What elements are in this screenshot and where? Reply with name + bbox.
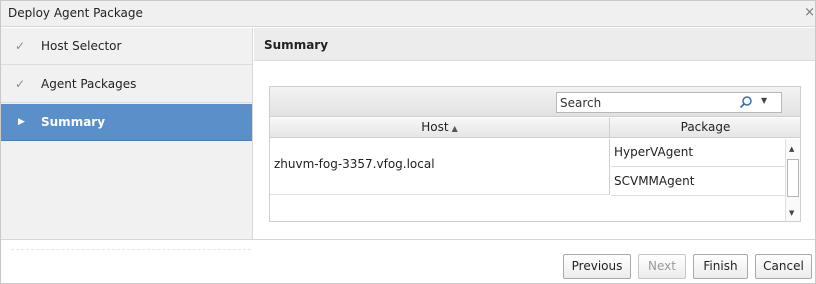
scroll-up-icon[interactable]: ▲: [789, 145, 794, 153]
wizard-steps-sidebar: ✓ Host Selector ✓ Agent Packages ▶ Summa…: [1, 28, 253, 239]
column-header-host[interactable]: Host ▲: [270, 118, 610, 138]
summary-panel: Summary ▼ Host▲ Package: [254, 28, 815, 239]
search-icon: [739, 96, 752, 109]
next-button[interactable]: Next: [638, 254, 686, 279]
column-header-label: Host: [421, 120, 449, 134]
search-box: ▼: [556, 92, 782, 113]
page-title: Summary: [264, 38, 329, 52]
sidebar-item-summary[interactable]: ▶ Summary: [1, 104, 252, 141]
scrollbar-thumb[interactable]: [787, 159, 799, 197]
finish-button[interactable]: Finish: [693, 254, 748, 279]
previous-button[interactable]: Previous: [563, 254, 631, 279]
panel-header: Summary: [254, 28, 815, 61]
column-header-label: Package: [680, 120, 731, 134]
package-name: SCVMMAgent: [614, 174, 695, 188]
check-icon: ✓: [15, 77, 26, 91]
cancel-button[interactable]: Cancel: [755, 254, 812, 279]
search-input[interactable]: [557, 93, 722, 112]
table-header: Host ▲ Package: [270, 118, 800, 138]
check-icon: ✓: [15, 39, 26, 53]
chevron-down-icon: ▼: [761, 96, 768, 105]
search-options-button[interactable]: ▼: [727, 94, 779, 111]
sidebar-item-label: Agent Packages: [41, 77, 137, 91]
sidebar-item-label: Summary: [41, 115, 106, 129]
column-header-package[interactable]: Package: [611, 118, 800, 138]
package-name: HyperVAgent: [614, 145, 694, 159]
sidebar-item-label: Host Selector: [41, 39, 122, 53]
vertical-scrollbar[interactable]: ▲ ▼: [785, 139, 800, 221]
arrow-right-icon: ▶: [18, 117, 25, 127]
deploy-agent-package-dialog: Deploy Agent Package × ✓ Host Selector ✓…: [0, 0, 816, 284]
sort-ascending-icon: ▲: [451, 124, 458, 133]
table-cell-host[interactable]: zhuvm-fog-3357.vfog.local: [270, 139, 610, 195]
table-cell-package[interactable]: HyperVAgent: [611, 139, 785, 167]
divider: [11, 249, 251, 250]
grid-toolbar: ▼: [270, 87, 800, 117]
window-title: Deploy Agent Package: [8, 6, 143, 20]
close-icon[interactable]: ×: [804, 5, 815, 20]
host-name: zhuvm-fog-3357.vfog.local: [274, 157, 435, 171]
dialog-footer: Previous Next Finish Cancel: [1, 239, 815, 283]
title-bar: Deploy Agent Package ×: [1, 1, 815, 27]
summary-grid: ▼ Host▲ Package zhuvm-fog-3357.vfog.loca…: [269, 86, 801, 222]
table-cell-package[interactable]: SCVMMAgent: [611, 168, 785, 196]
sidebar-item-host-selector[interactable]: ✓ Host Selector: [1, 28, 252, 65]
scroll-down-icon[interactable]: ▼: [789, 209, 794, 217]
sidebar-item-agent-packages[interactable]: ✓ Agent Packages: [1, 66, 252, 103]
